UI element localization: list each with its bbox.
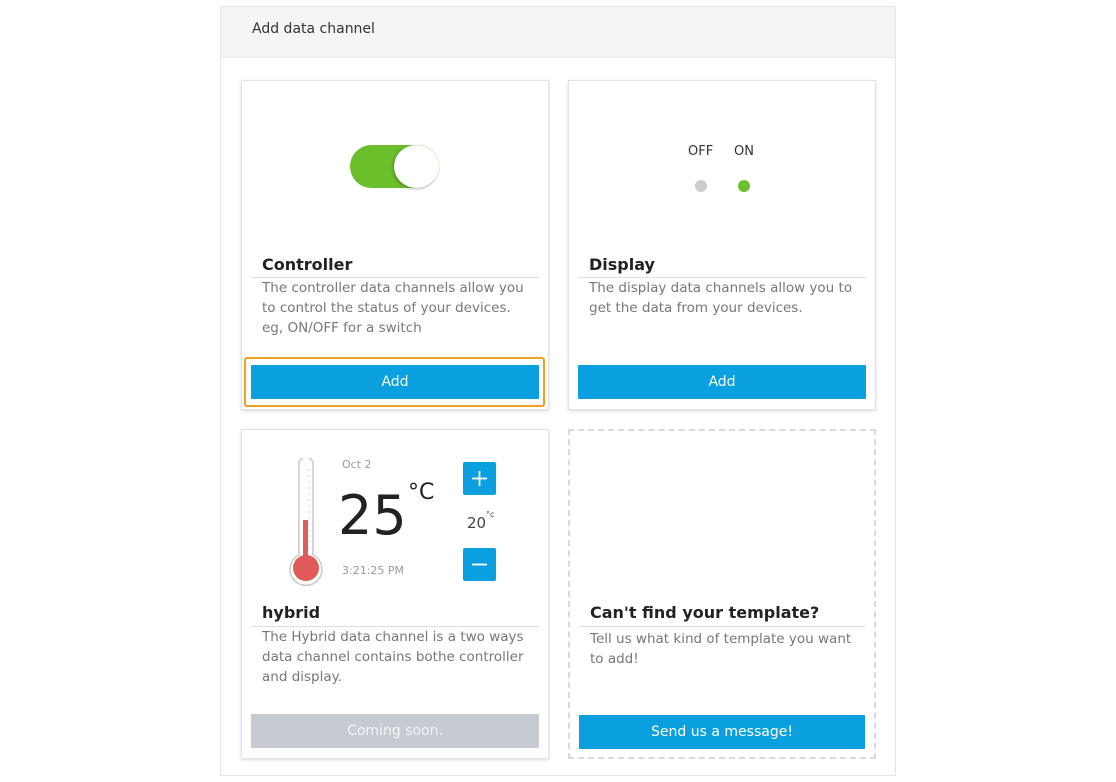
on-label: ON bbox=[734, 144, 754, 159]
decrease-button[interactable] bbox=[463, 548, 496, 581]
hybrid-description: The Hybrid data channel is a two ways da… bbox=[262, 629, 524, 685]
off-indicator-dot bbox=[695, 180, 707, 192]
toggle-switch-icon bbox=[350, 145, 439, 188]
add-data-channel-panel: Add data channel Controller The controll… bbox=[220, 6, 896, 776]
toggle-knob bbox=[394, 145, 439, 188]
add-controller-button[interactable]: Add bbox=[251, 365, 539, 399]
panel-title: Add data channel bbox=[252, 21, 375, 37]
off-label: OFF bbox=[688, 144, 714, 159]
hybrid-title: hybrid bbox=[262, 603, 321, 622]
controller-card: Controller The controller data channels … bbox=[241, 80, 549, 410]
coming-soon-button: Coming soon. bbox=[251, 714, 539, 748]
controller-description: The controller data channels allow you t… bbox=[262, 280, 524, 336]
temperature-unit: °C bbox=[408, 480, 435, 505]
on-indicator-dot bbox=[738, 180, 750, 192]
setpoint-value: 20 bbox=[467, 514, 487, 532]
divider bbox=[579, 626, 865, 627]
increase-button[interactable] bbox=[463, 462, 496, 495]
display-card: OFF ON Display The display data channels… bbox=[568, 80, 876, 410]
hybrid-card: Oct 2 25 °C 3:21:25 PM 20 °c hybrid The … bbox=[241, 429, 549, 759]
temperature-value: 25 bbox=[338, 484, 407, 547]
custom-template-description: Tell us what kind of template you want t… bbox=[590, 631, 852, 667]
thermometer-icon bbox=[289, 458, 323, 587]
minus-icon bbox=[472, 563, 487, 566]
add-display-button[interactable]: Add bbox=[578, 365, 866, 399]
send-message-button[interactable]: Send us a message! bbox=[579, 715, 865, 749]
controller-title: Controller bbox=[262, 255, 353, 274]
display-title: Display bbox=[589, 255, 655, 274]
date-label: Oct 2 bbox=[342, 458, 372, 471]
time-label: 3:21:25 PM bbox=[342, 564, 405, 577]
panel-header: Add data channel bbox=[221, 7, 895, 58]
custom-template-card: Can't find your template? Tell us what k… bbox=[568, 429, 876, 759]
setpoint-unit: °c bbox=[486, 510, 495, 519]
display-description: The display data channels allow you to g… bbox=[589, 280, 853, 316]
custom-template-title: Can't find your template? bbox=[590, 603, 820, 622]
plus-icon bbox=[472, 471, 487, 486]
